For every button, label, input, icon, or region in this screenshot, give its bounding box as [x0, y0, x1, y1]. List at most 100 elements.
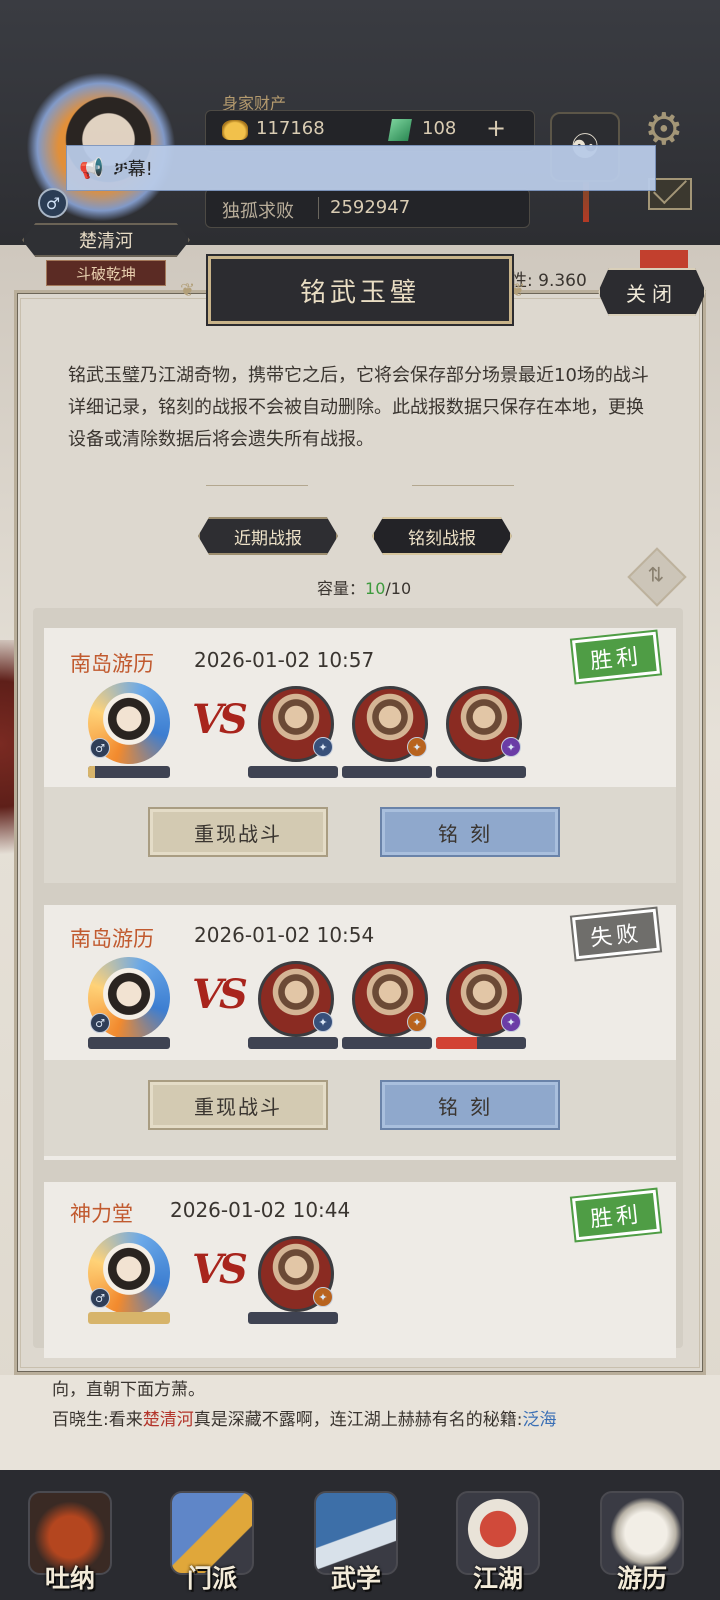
capacity-total: /10: [385, 579, 412, 598]
nav-label: 门派: [186, 1564, 237, 1593]
rank-value: 2592947: [330, 197, 411, 218]
report-card: 南岛游历 2026-01-02 10:54 失败 ♂ VS ✦ ✦ ✦ 重现战斗…: [44, 905, 676, 1160]
player-name: 楚清河: [22, 223, 190, 257]
vs-icon: VS: [192, 1246, 248, 1293]
title-ornament-right: ❦: [510, 280, 526, 301]
hero-portrait: ♂: [88, 957, 170, 1039]
close-button[interactable]: 关闭: [598, 268, 706, 316]
enemy-portrait: ✦: [258, 1236, 334, 1312]
hp-fill: [88, 766, 95, 778]
report-card: 南岛游历 2026-01-02 10:57 胜利 ♂ VS ✦ ✦ ✦ 重现战斗…: [44, 628, 676, 883]
refresh-icon: ⇅: [647, 562, 665, 587]
replay-battle-button[interactable]: 重现战斗: [148, 1080, 328, 1130]
nav-label: 吐纳: [44, 1564, 95, 1593]
hero-hp-bar: [88, 1037, 170, 1049]
log-text: 真是深藏不露啊，连江湖上赫赫有名的秘籍:: [193, 1410, 523, 1430]
element-icon: ✦: [501, 737, 521, 757]
nav-travel[interactable]: 游历: [584, 1475, 700, 1595]
element-icon: ✦: [313, 737, 333, 757]
report-time: 2026-01-02 10:54: [194, 923, 375, 947]
report-time: 2026-01-02 10:57: [194, 648, 375, 672]
enemy-portrait: ✦: [352, 961, 428, 1037]
enemy-hp-bar: [436, 1037, 526, 1049]
element-icon: ✦: [407, 1012, 427, 1032]
report-place: 神力堂: [70, 1202, 133, 1226]
enemy-hp-bar: [248, 766, 338, 778]
enemy-hp-bar: [436, 766, 526, 778]
nav-jianghu[interactable]: 江湖: [440, 1475, 556, 1595]
enemy-hp-bar: [248, 1037, 338, 1049]
rank-title: 独孤求败: [222, 201, 294, 222]
report-card: 神力堂 2026-01-02 10:44 胜利 ♂ VS ✦: [44, 1182, 676, 1358]
nav-breathe[interactable]: 吐纳: [12, 1475, 128, 1595]
megaphone-icon: 📢: [79, 156, 104, 180]
hero-hp-bar: [88, 1312, 170, 1324]
male-gender-icon: ♂: [90, 1013, 110, 1033]
tab-engraved-reports[interactable]: 铭刻战报: [372, 517, 512, 555]
capacity-text: 容量：10/10: [317, 575, 411, 599]
log-line-1: 向，直朝下面方萧。: [52, 1380, 205, 1400]
divider-right: [412, 485, 514, 486]
element-icon: ✦: [313, 1287, 333, 1307]
title-ornament-left: ❦: [180, 280, 196, 301]
hero-portrait: ♂: [88, 1232, 170, 1314]
notice-text: 幕!: [127, 159, 153, 180]
log-book: 泛海: [522, 1410, 557, 1430]
engrave-button[interactable]: 铭刻: [380, 807, 560, 857]
enemy-portrait: ✦: [258, 686, 334, 762]
panel-description: 铭武玉璧乃江湖奇物，携带它之后，它将会保存部分场景最近10场的战斗详细记录，铭刻…: [68, 365, 649, 450]
element-icon: ✦: [407, 737, 427, 757]
tab-recent-reports[interactable]: 近期战报: [198, 517, 338, 555]
gold-ingot-icon: [222, 120, 248, 140]
male-gender-icon: ♂: [90, 1288, 110, 1308]
hp-fill: [88, 1312, 170, 1324]
divider-left: [206, 485, 308, 486]
victory-stamp: 胜利: [572, 1189, 660, 1241]
capacity-used: 10: [365, 579, 386, 598]
enemy-portrait: ✦: [258, 961, 334, 1037]
enemy-portrait: ✦: [352, 686, 428, 762]
report-place: 南岛游历: [70, 652, 154, 676]
log-line-2: 百晓生:看来楚清河真是深藏不露啊，连江湖上赫赫有名的秘籍:泛海: [52, 1405, 668, 1435]
nav-label: 游历: [616, 1564, 667, 1593]
engrave-button[interactable]: 铭刻: [380, 1080, 560, 1130]
hero-hp-bar: [88, 766, 170, 778]
notice-banner: 📢 ቻ 幕!: [66, 145, 656, 191]
jade-ticket-icon: [388, 119, 412, 141]
victory-stamp: 胜利: [572, 631, 660, 683]
enemy-hp-bar: [342, 1037, 432, 1049]
male-gender-icon: ♂: [38, 188, 68, 218]
vs-icon: VS: [192, 971, 248, 1018]
nav-label: 武学: [330, 1564, 381, 1593]
element-icon: ✦: [501, 1012, 521, 1032]
chat-log: 向，直朝下面方萧。 百晓生:看来楚清河真是深藏不露啊，连江湖上赫赫有名的秘籍:泛…: [0, 1375, 720, 1470]
panel-title: 铭武玉璧: [206, 254, 514, 326]
log-player-name: 楚清河: [142, 1410, 194, 1430]
card-button-area: [44, 1060, 676, 1156]
nav-sect[interactable]: 门派: [154, 1475, 270, 1595]
gold-amount: 117168: [256, 118, 325, 139]
enemy-portrait: ✦: [446, 961, 522, 1037]
jade-amount: 108: [422, 118, 457, 139]
enemy-hp-bar: [342, 766, 432, 778]
capacity-label: 容量：: [317, 579, 366, 598]
vs-icon: VS: [192, 696, 248, 743]
rank-divider: [318, 197, 319, 219]
hp-fill: [436, 1037, 477, 1049]
report-place: 南岛游历: [70, 927, 154, 951]
card-button-area: [44, 787, 676, 883]
enemy-hp-bar: [248, 1312, 338, 1324]
report-time: 2026-01-02 10:44: [170, 1198, 351, 1222]
nav-label: 江湖: [472, 1564, 523, 1593]
male-gender-icon: ♂: [90, 738, 110, 758]
add-currency-button[interactable]: +: [486, 114, 506, 142]
defeat-stamp: 失败: [572, 908, 660, 960]
element-icon: ✦: [313, 1012, 333, 1032]
hero-portrait: ♂: [88, 682, 170, 764]
nav-martial-arts[interactable]: 武学: [298, 1475, 414, 1595]
enemy-portrait: ✦: [446, 686, 522, 762]
replay-battle-button[interactable]: 重现战斗: [148, 807, 328, 857]
log-speaker: 百晓生:看来: [52, 1410, 143, 1430]
player-sect: 斗破乾坤: [46, 260, 166, 286]
notice-prefix: ቻ: [113, 157, 128, 179]
